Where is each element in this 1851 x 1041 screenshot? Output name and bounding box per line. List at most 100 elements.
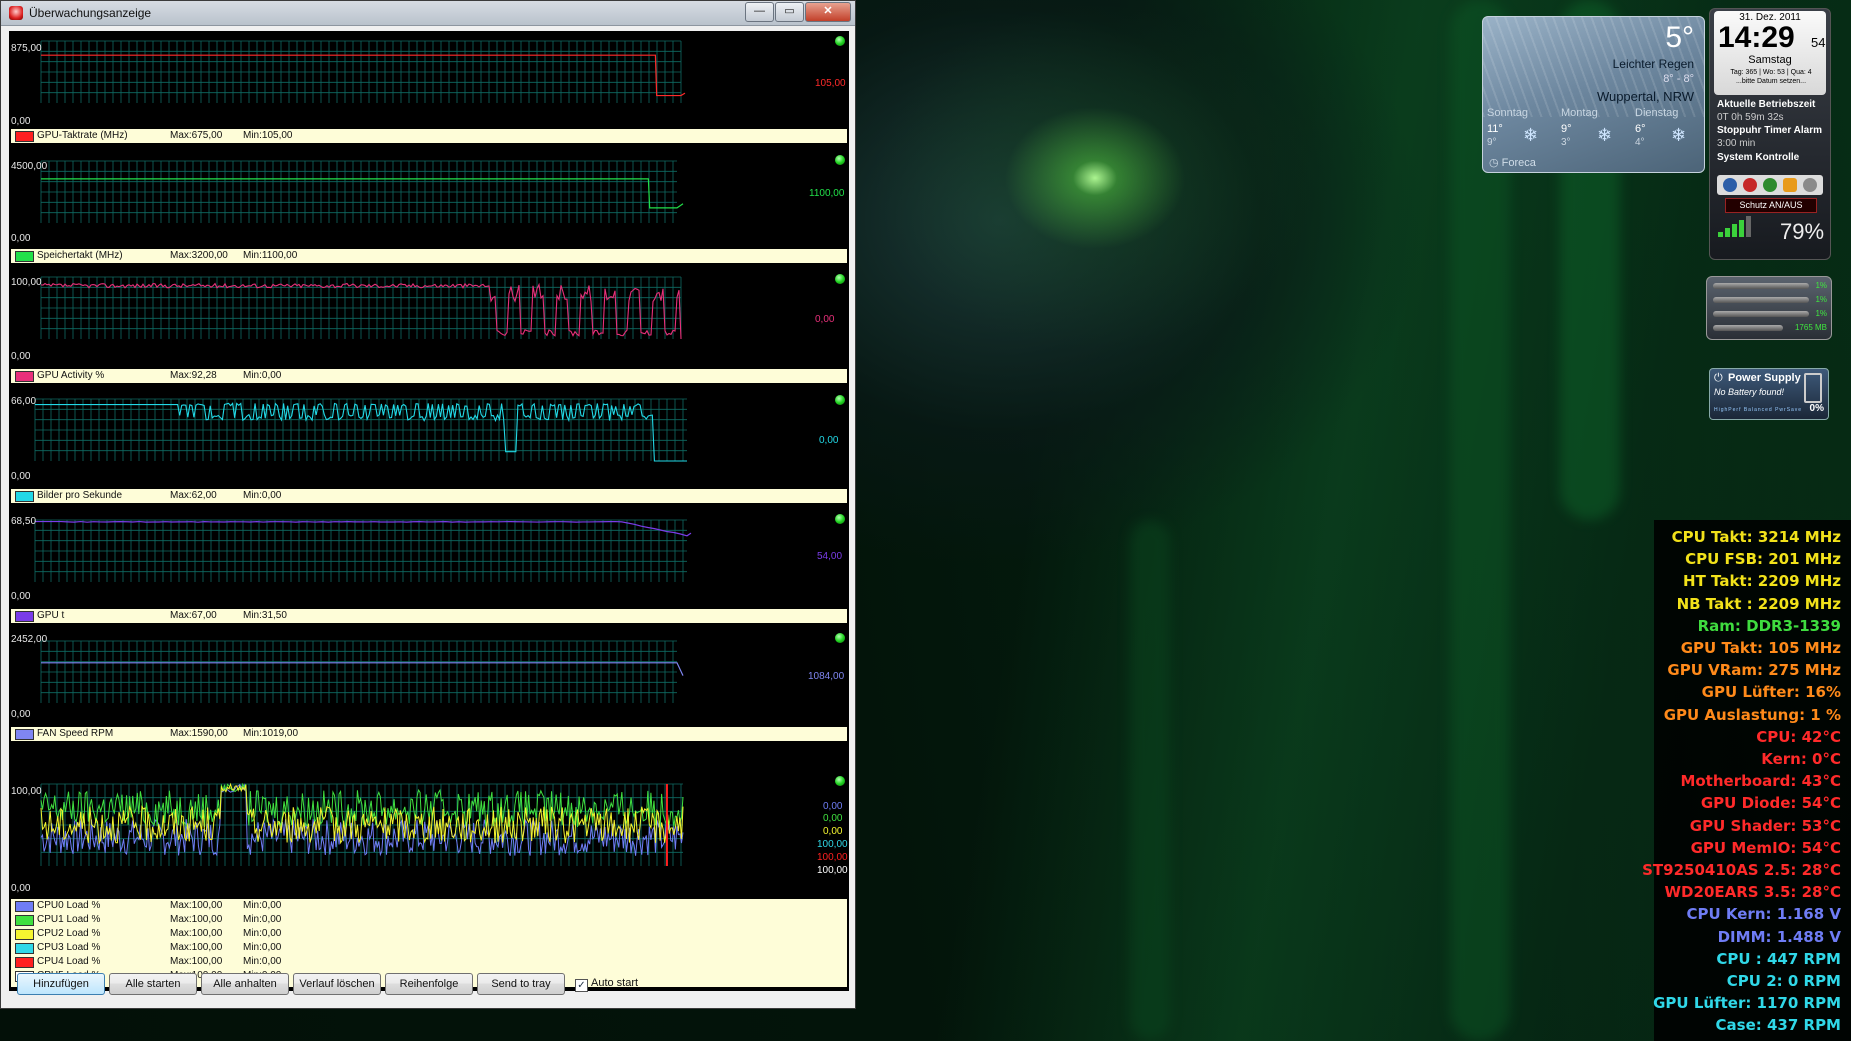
sensor-readout: GPU Diode: 54°C [1700, 794, 1841, 813]
forecast-high: 6° [1635, 123, 1646, 135]
autostart-toggle[interactable]: ✓ Auto start [575, 977, 638, 992]
stopwatch-label[interactable]: Stoppuhr Timer Alarm [1717, 125, 1822, 136]
order-button[interactable]: Reihenfolge [385, 973, 473, 995]
grid [40, 160, 677, 223]
tools-icon[interactable] [1803, 178, 1817, 192]
close-button[interactable]: ✕ [805, 2, 851, 22]
sleep-icon[interactable] [1763, 178, 1777, 192]
legend-row: Bilder pro Sekunde Max:62,00 Min:0,00 [11, 489, 847, 503]
current-value: 105,00 [815, 78, 846, 89]
forecast-low: 9° [1487, 137, 1497, 148]
sensor-max: Max:1590,00 [170, 728, 228, 739]
clear-history-button[interactable]: Verlauf löschen [293, 973, 381, 995]
signal-bar [1718, 232, 1723, 237]
clock-time: 14:29 [1718, 21, 1795, 54]
sensor-name: CPU0 Load % [37, 900, 101, 911]
minimize-button[interactable]: — [745, 2, 774, 22]
sensor-min: Min:1100,00 [243, 250, 298, 261]
signal-bar [1725, 228, 1730, 237]
sensor-max: Max:92,28 [170, 370, 217, 381]
power-icon[interactable] [1723, 178, 1737, 192]
meter-value: 1% [1815, 281, 1827, 290]
color-swatch [15, 251, 34, 262]
y-min-label: 0,00 [11, 116, 31, 127]
sensor-max: Max:100,00 [170, 900, 223, 911]
sensor-readout: CPU: 42°C [1756, 727, 1841, 746]
sensor-readout: WD20EARS 3.5: 28°C [1664, 883, 1841, 902]
sensor-name: Bilder pro Sekunde [37, 490, 123, 501]
cpu2-current: 0,00 [823, 826, 843, 837]
y-max-label: 4500,00 [11, 161, 48, 172]
sensor-min: Min:0,00 [243, 370, 282, 381]
grid [40, 40, 682, 103]
start-all-button[interactable]: Alle starten [109, 973, 197, 995]
maximize-button[interactable]: ▭ [775, 2, 804, 22]
sensor-readout: Ram: DDR3-1339 [1697, 616, 1841, 635]
weather-temperature: 5° [1665, 21, 1694, 54]
sensor-name: GPU Activity % [37, 370, 105, 381]
sensor-name: FAN Speed RPM [37, 728, 114, 739]
legend-row: Speichertakt (MHz) Max:3200,00 Min:1100,… [11, 249, 847, 263]
lock-icon[interactable] [1783, 178, 1797, 192]
graph-panel-gpu-temp: 68,50 0,00 54,00 GPU t Max:67,00 Min:31,… [9, 511, 849, 631]
clock-seconds: 54 [1811, 35, 1826, 50]
series-line [41, 54, 686, 97]
current-value: 0,00 [815, 314, 835, 325]
title-bar[interactable]: Überwachungsanzeige — ▭ ✕ [1, 1, 855, 26]
cpu5-current: 100,00 [817, 865, 848, 876]
signal-bar [1746, 216, 1751, 237]
resource-meter-gadget[interactable]: 1% 1% 1% 1765 MB [1706, 276, 1832, 340]
color-swatch [15, 943, 34, 954]
clock-gadget[interactable]: 31. Dez. 2011 14:29 54 Samstag Tag: 365 … [1709, 8, 1831, 260]
color-swatch [15, 929, 34, 940]
status-led [835, 514, 845, 524]
sensor-readout: Motherboard: 43°C [1680, 772, 1841, 791]
sensor-readout: DIMM: 1.488 V [1717, 927, 1841, 946]
meter-value: 1% [1815, 309, 1827, 318]
power-modes[interactable]: HighPerf Balanced PwrSave [1714, 407, 1802, 413]
sensor-readout: GPU Lüfter: 16% [1701, 683, 1841, 702]
app-icon [9, 6, 23, 20]
weather-gadget[interactable]: 5° Leichter Regen 8° - 8° Wuppertal, NRW… [1482, 16, 1705, 173]
sensor-readout: CPU 2: 0 RPM [1726, 972, 1841, 990]
graph-panel-memory-clock: 4500,00 0,00 1100,00 Speichertakt (MHz) … [9, 153, 849, 271]
sensor-max: Max:100,00 [170, 956, 223, 967]
sensor-max: Max:100,00 [170, 942, 223, 953]
signal-bar [1739, 220, 1744, 237]
restart-icon[interactable] [1743, 178, 1757, 192]
sensor-name: GPU-Taktrate (MHz) [37, 130, 128, 141]
cpu4-current: 100,00 [817, 852, 848, 863]
stop-all-button[interactable]: Alle anhalten [201, 973, 289, 995]
clock-weekday: Samstag [1748, 54, 1792, 66]
legend: GPU t Max:67,00 Min:31,50 [11, 609, 847, 623]
forecast-day: Montag [1561, 107, 1598, 119]
sensor-readout: Kern: 0°C [1761, 750, 1841, 768]
series-line [35, 402, 687, 462]
autostart-checkbox[interactable]: ✓ [575, 979, 588, 992]
power-supply-gadget[interactable]: ⏻ Power Supply No Battery found! 0% High… [1709, 368, 1829, 420]
color-swatch [15, 131, 34, 142]
autostart-label: Auto start [591, 977, 639, 989]
y-max-label: 66,00 [11, 396, 37, 407]
legend-row: CPU3 Load % Max:100,00 Min:0,00 [11, 941, 847, 955]
status-led [835, 776, 845, 786]
send-to-tray-button[interactable]: Send to tray [477, 973, 565, 995]
y-min-label: 0,00 [11, 883, 31, 894]
uptime-label: Aktuelle Betriebszeit [1717, 99, 1816, 110]
sensor-min: Min:0,00 [243, 942, 282, 953]
protection-toggle[interactable]: Schutz AN/AUS [1725, 198, 1817, 213]
add-button[interactable]: Hinzufügen [17, 973, 105, 995]
current-value: 1100,00 [809, 188, 845, 199]
legend-row: GPU-Taktrate (MHz) Max:675,00 Min:105,00 [11, 129, 847, 143]
color-swatch [15, 915, 34, 926]
timer-value[interactable]: 3:00 min [1717, 138, 1755, 149]
sensor-max: Max:100,00 [170, 914, 223, 925]
color-swatch [15, 611, 34, 622]
weather-condition: Leichter Regen [1612, 57, 1694, 71]
monitor-window: Überwachungsanzeige — ▭ ✕ 875,00 0,00 10… [0, 0, 856, 1009]
graph-plot [40, 782, 684, 866]
y-min-label: 0,00 [11, 351, 31, 362]
weather-source[interactable]: ◷ Foreca [1489, 156, 1536, 169]
sensor-min: Min:0,00 [243, 914, 282, 925]
legend: Speichertakt (MHz) Max:3200,00 Min:1100,… [11, 249, 847, 263]
